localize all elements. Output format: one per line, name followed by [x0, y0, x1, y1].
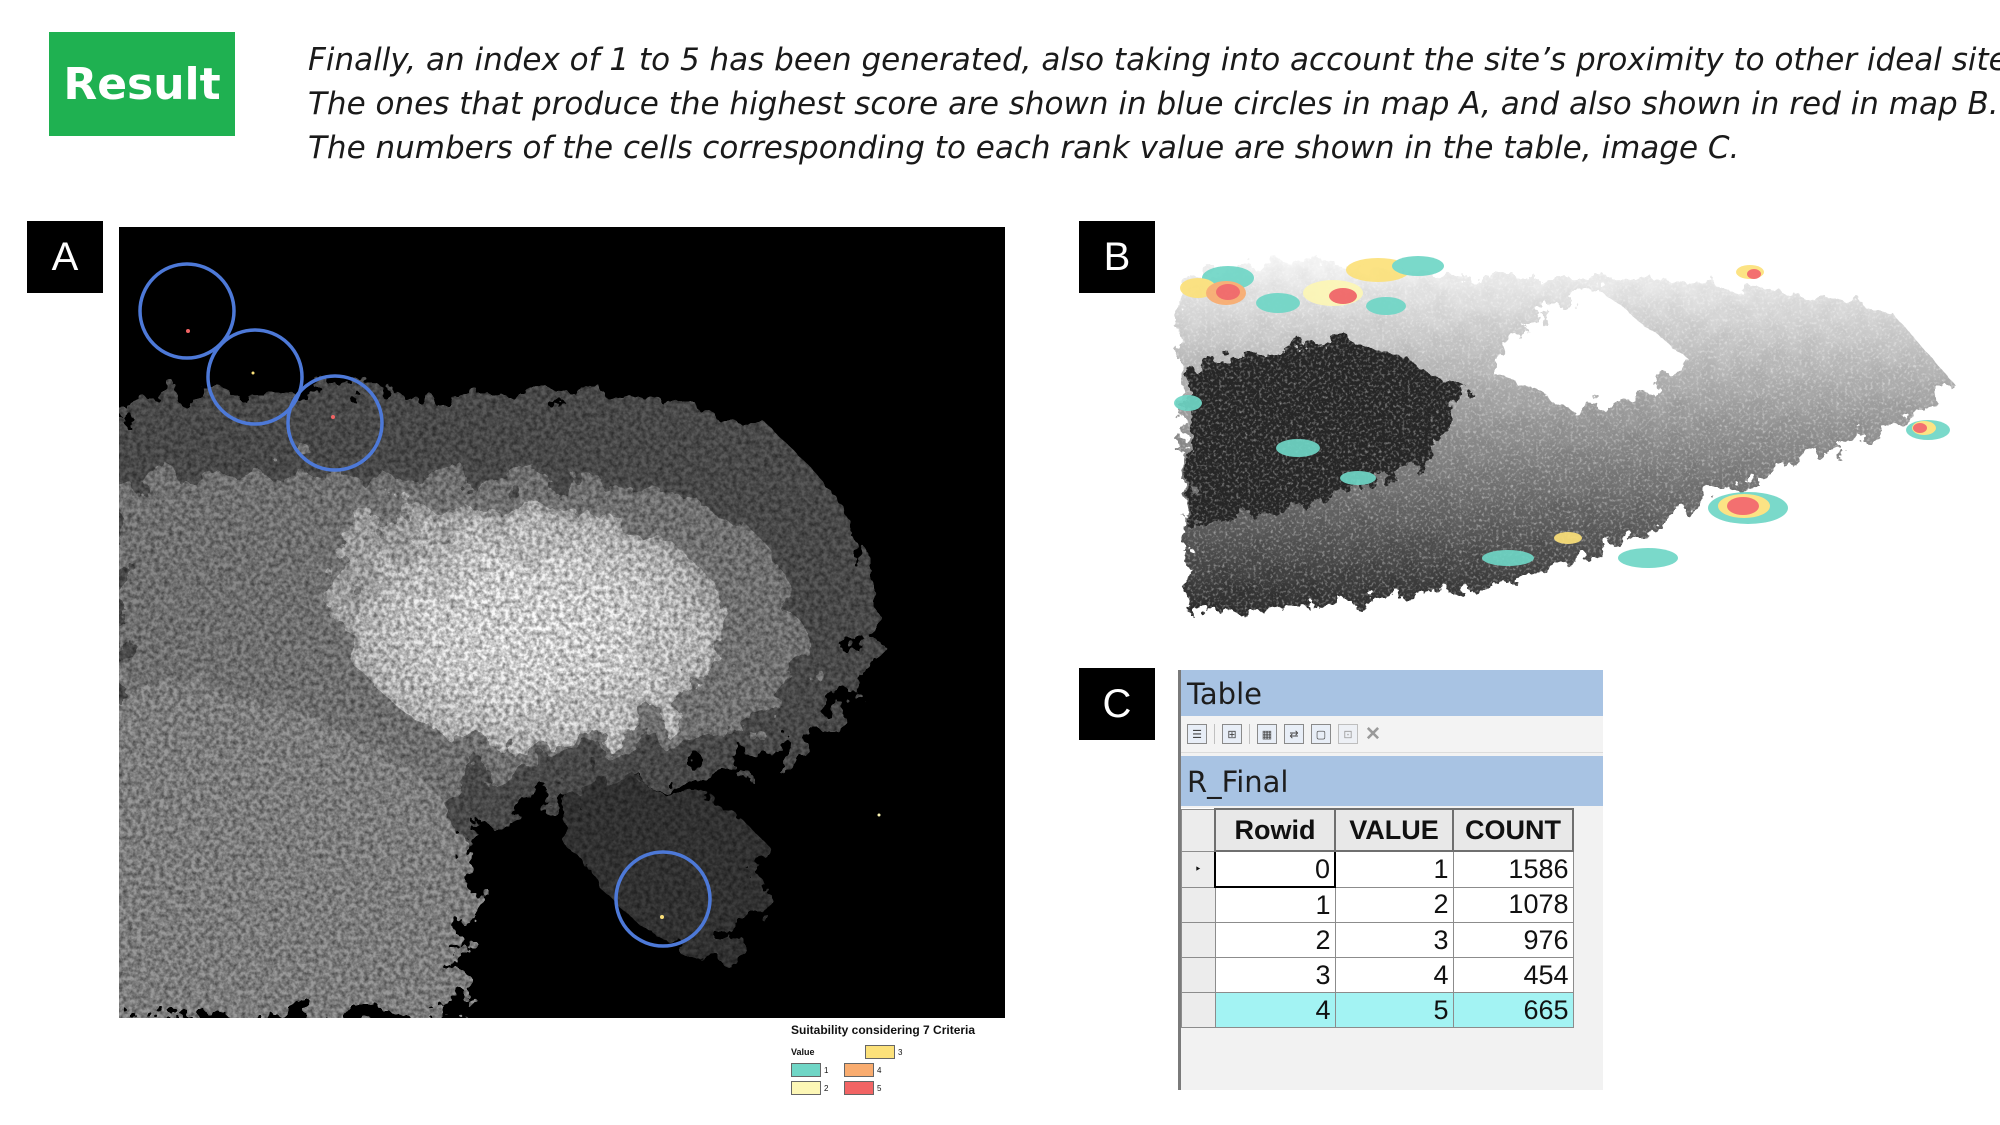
- table-name-tab[interactable]: R_Final: [1181, 753, 1603, 806]
- legend-swatch-2: [791, 1081, 821, 1095]
- row-selector[interactable]: [1181, 957, 1216, 993]
- clear-selection-icon[interactable]: ▢: [1311, 724, 1331, 744]
- table-cell-value[interactable]: 5: [1334, 992, 1454, 1028]
- result-badge: Result: [49, 32, 235, 136]
- legend-swatch-4: [844, 1063, 874, 1077]
- table-window-title: Table: [1181, 670, 1603, 716]
- legend-swatch-5: [844, 1081, 874, 1095]
- row-selector[interactable]: [1181, 992, 1216, 1028]
- column-header-value[interactable]: VALUE: [1334, 808, 1454, 852]
- table-cell-value[interactable]: 3: [1334, 922, 1454, 958]
- related-tables-icon[interactable]: ⊞: [1222, 724, 1242, 744]
- legend-row: 2 5: [791, 1079, 1011, 1097]
- legend-row: Value 3: [791, 1043, 1011, 1061]
- delete-selected-icon[interactable]: ✕: [1365, 723, 1381, 746]
- table-cell-rowid[interactable]: 2: [1214, 922, 1336, 958]
- legend-value: 4: [877, 1065, 882, 1075]
- legend-value: 3: [898, 1047, 903, 1057]
- intro-line-2: The ones that produce the highest score …: [308, 86, 1999, 122]
- legend-value: 2: [824, 1083, 829, 1093]
- table-cell-count[interactable]: 976: [1452, 922, 1574, 958]
- table-toolbar: ☰ ⊞ ▦ ⇄ ▢ ⊡ ✕: [1181, 716, 1603, 753]
- map-a-svg: [119, 227, 1005, 1018]
- intro-line-1: Finally, an index of 1 to 5 has been gen…: [308, 42, 2000, 78]
- legend-swatch-3: [865, 1045, 895, 1059]
- table-cell-count[interactable]: 1078: [1452, 886, 1574, 923]
- toolbar-separator: [1214, 724, 1215, 744]
- select-by-attributes-icon[interactable]: ▦: [1257, 724, 1277, 744]
- table-cell-value[interactable]: 4: [1334, 957, 1454, 993]
- table-cell-count[interactable]: 454: [1452, 957, 1574, 993]
- row-selector[interactable]: [1181, 922, 1216, 958]
- legend-title: Suitability considering 7 Criteria: [791, 1023, 976, 1037]
- intro-line-3: The numbers of the cells corresponding t…: [308, 130, 1740, 166]
- table-options-icon[interactable]: ☰: [1187, 724, 1207, 744]
- panel-label-c: C: [1079, 668, 1155, 740]
- table-cell-rowid[interactable]: 3: [1214, 957, 1336, 993]
- panel-label-a: A: [27, 221, 103, 293]
- map-legend: Suitability considering 7 Criteria Value…: [791, 1023, 1011, 1097]
- map-b-3d-view: [1168, 248, 1968, 626]
- attribute-table-window[interactable]: Table ☰ ⊞ ▦ ⇄ ▢ ⊡ ✕ R_Final Rowid VALUE …: [1178, 670, 1603, 1090]
- map-b-svg: [1168, 248, 1968, 626]
- toolbar-separator: [1249, 724, 1250, 744]
- row-selector-header[interactable]: [1181, 808, 1216, 852]
- column-header-rowid[interactable]: Rowid: [1214, 808, 1336, 852]
- table-row[interactable]: ‣ 0 1 1586: [1181, 850, 1574, 888]
- panel-label-b: B: [1079, 221, 1155, 293]
- table-row[interactable]: 1 2 1078: [1181, 886, 1574, 923]
- table-cell-count[interactable]: 665: [1452, 992, 1574, 1028]
- legend-value-label: Value: [791, 1047, 815, 1057]
- legend-row: 1 4: [791, 1061, 1011, 1079]
- legend-value: 1: [824, 1065, 829, 1075]
- table-cell-value[interactable]: 2: [1334, 886, 1454, 923]
- table-row[interactable]: 3 4 454: [1181, 957, 1574, 993]
- table-cell-rowid[interactable]: 1: [1214, 886, 1336, 923]
- legend-swatch-1: [791, 1063, 821, 1077]
- table-header-row: Rowid VALUE COUNT: [1181, 808, 1574, 852]
- table-cell-rowid[interactable]: 0: [1214, 850, 1336, 888]
- row-selector[interactable]: [1181, 886, 1216, 923]
- table-cell-rowid[interactable]: 4: [1214, 992, 1336, 1028]
- legend-value: 5: [877, 1083, 882, 1093]
- table-cell-value[interactable]: 1: [1334, 850, 1454, 888]
- table-row[interactable]: 2 3 976: [1181, 922, 1574, 958]
- map-a-elevation: [119, 227, 1005, 1018]
- intro-text: Finally, an index of 1 to 5 has been gen…: [308, 38, 2000, 170]
- table-cell-count[interactable]: 1586: [1452, 850, 1574, 888]
- zoom-to-selected-icon[interactable]: ⊡: [1338, 724, 1358, 744]
- column-header-count[interactable]: COUNT: [1452, 808, 1574, 852]
- table-row-selected[interactable]: 4 5 665: [1181, 992, 1574, 1028]
- row-selector[interactable]: ‣: [1181, 850, 1216, 888]
- attribute-table: Rowid VALUE COUNT ‣ 0 1 1586 1 2 1078 2 …: [1181, 808, 1574, 1028]
- switch-selection-icon[interactable]: ⇄: [1284, 724, 1304, 744]
